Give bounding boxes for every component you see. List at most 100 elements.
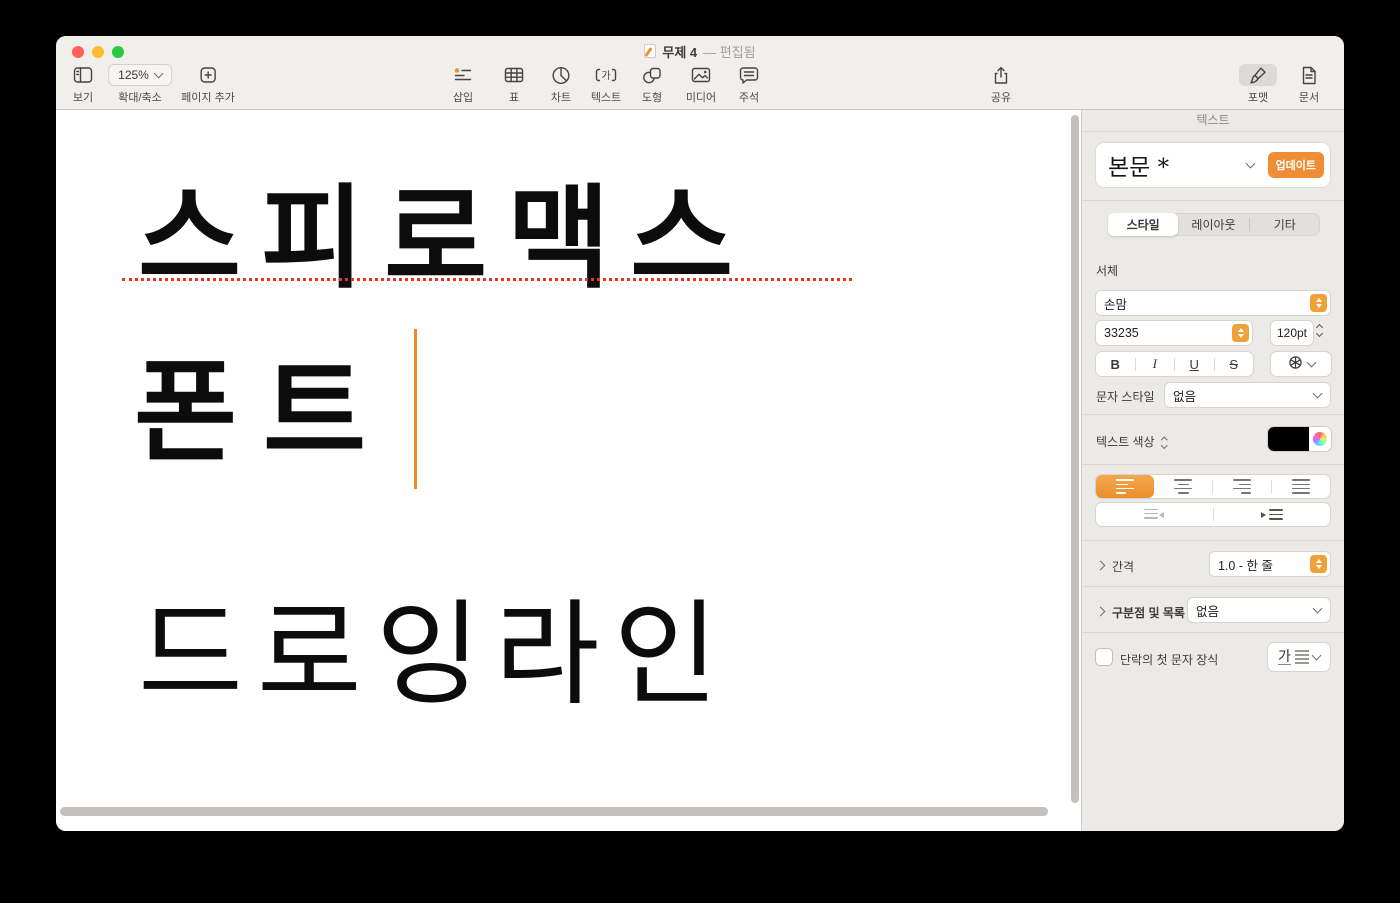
tab-style[interactable]: 스타일: [1108, 213, 1178, 236]
font-family-select[interactable]: 손맘: [1096, 291, 1330, 315]
chart-icon: [543, 64, 580, 86]
char-style-select[interactable]: 없음: [1165, 383, 1330, 407]
advanced-text-options-button[interactable]: [1271, 352, 1331, 376]
chevron-down-icon: [1311, 651, 1321, 661]
spacing-label: 간격: [1112, 558, 1134, 575]
stepper-icon[interactable]: [1232, 324, 1249, 342]
updown-icon: [1162, 438, 1167, 447]
align-center-icon: [1174, 479, 1192, 493]
chevron-down-icon: [1313, 604, 1323, 614]
paragraph-style-name: 본문 *: [1096, 148, 1247, 182]
document-line-2[interactable]: 폰트: [134, 322, 392, 484]
dropcap-glyph: 가: [1278, 649, 1291, 665]
chart-button[interactable]: 텍스트 차트: [543, 64, 580, 105]
outdent-button[interactable]: [1096, 503, 1213, 526]
document-line-3[interactable]: 드로잉라인: [138, 562, 732, 727]
dropcap-lines-icon: [1295, 650, 1309, 664]
stepper-icon[interactable]: [1310, 555, 1327, 573]
comment-icon: [730, 64, 768, 86]
table-icon: [495, 64, 533, 86]
add-page-icon: [190, 64, 226, 86]
font-size-field[interactable]: 120pt: [1271, 321, 1313, 345]
pages-window: 무제 4 — 편집됨 보기 125% 확대/축소 페이지 추가: [56, 36, 1344, 831]
divider: [1082, 200, 1344, 201]
window-title: 무제 4: [662, 42, 697, 61]
indent-buttons: [1096, 503, 1330, 526]
media-icon: [682, 64, 720, 86]
divider: [1082, 632, 1344, 633]
document-canvas[interactable]: 스피로맥스 폰트 드로잉라인: [56, 110, 1082, 831]
media-button[interactable]: 미디어: [682, 64, 720, 105]
comment-button[interactable]: 주석: [730, 64, 768, 105]
stepper-icon[interactable]: [1310, 294, 1327, 312]
align-justify-icon: [1292, 479, 1310, 493]
tab-more[interactable]: 기타: [1250, 213, 1320, 236]
zoom-control[interactable]: 125% 확대/축소: [108, 64, 172, 105]
document-line-1[interactable]: 스피로맥스: [138, 148, 753, 310]
spacing-select[interactable]: 1.0 - 한 줄: [1210, 552, 1330, 576]
divider: [1082, 414, 1344, 415]
alignment-buttons: [1096, 475, 1330, 498]
minimize-button[interactable]: [92, 46, 104, 58]
traffic-lights: [72, 46, 124, 58]
color-wheel-icon: [1313, 432, 1327, 446]
font-variant-select[interactable]: 33235: [1096, 321, 1252, 345]
text-box-button[interactable]: 가 텍스트: [586, 64, 626, 105]
color-wheel-button[interactable]: [1309, 427, 1331, 451]
chevron-down-icon[interactable]: [1245, 159, 1255, 169]
font-section-label: 서체: [1096, 262, 1118, 279]
underline-button[interactable]: U: [1175, 357, 1214, 372]
tab-layout[interactable]: 레이아웃: [1178, 213, 1248, 236]
text-color-label: 텍스트 색상: [1096, 433, 1166, 450]
gear-icon: [1288, 355, 1303, 373]
indent-button[interactable]: [1214, 503, 1331, 526]
dropcap-checkbox[interactable]: [1096, 649, 1112, 665]
close-button[interactable]: [72, 46, 84, 58]
align-center-button[interactable]: [1154, 475, 1212, 498]
align-justify-button[interactable]: [1272, 475, 1330, 498]
view-button[interactable]: 보기: [64, 64, 102, 105]
text-insertion-caret: [414, 329, 417, 489]
document-icon: [1292, 64, 1327, 86]
toolbar: 무제 4 — 편집됨 보기 125% 확대/축소 페이지 추가: [56, 36, 1344, 110]
horizontal-scrollbar[interactable]: [60, 807, 1048, 816]
bold-button[interactable]: B: [1096, 357, 1135, 372]
dropcap-style-button[interactable]: 가: [1268, 643, 1330, 671]
paragraph-style-card[interactable]: 본문 * 업데이트: [1096, 143, 1330, 187]
bullets-select[interactable]: 없음: [1188, 598, 1330, 622]
table-button[interactable]: 표: [495, 64, 533, 105]
align-left-button[interactable]: [1096, 475, 1154, 498]
current-color-swatch[interactable]: [1268, 427, 1309, 451]
shape-button[interactable]: 도형: [633, 64, 671, 105]
textbox-icon: 가: [586, 64, 626, 86]
italic-button[interactable]: I: [1136, 356, 1175, 372]
titlebar: 무제 4 — 편집됨: [56, 36, 1344, 60]
zoom-value: 125%: [118, 68, 149, 82]
chevron-down-icon: [153, 69, 163, 79]
bullets-disclosure-icon[interactable]: [1096, 607, 1106, 617]
format-button[interactable]: 포맷: [1239, 64, 1277, 105]
sidebar-panel-icon: [64, 64, 102, 86]
spacing-disclosure-icon[interactable]: [1096, 561, 1106, 571]
document-button[interactable]: 문서: [1292, 64, 1327, 105]
indent-icon: [1269, 509, 1283, 519]
vertical-scrollbar[interactable]: [1071, 115, 1079, 803]
update-style-button[interactable]: 업데이트: [1268, 152, 1324, 178]
text-color-well[interactable]: [1268, 427, 1331, 451]
sidebar-tabs: 스타일 레이아웃 기타: [1108, 213, 1320, 236]
format-brush-icon: [1239, 64, 1277, 86]
window-edited-status: — 편집됨: [703, 42, 756, 61]
divider: [1082, 540, 1344, 541]
fullscreen-button[interactable]: [112, 46, 124, 58]
share-icon: [983, 64, 1019, 86]
align-right-button[interactable]: [1213, 475, 1271, 498]
bullets-label: 구분점 및 목록: [1112, 604, 1185, 621]
char-style-label: 문자 스타일: [1096, 388, 1155, 405]
font-size-stepper[interactable]: [1317, 325, 1322, 336]
share-button[interactable]: 공유: [983, 64, 1019, 105]
add-page-button[interactable]: 페이지 추가: [181, 64, 235, 105]
strikethrough-button[interactable]: S: [1215, 357, 1254, 372]
align-right-icon: [1233, 479, 1251, 493]
insert-button[interactable]: 삽입: [444, 64, 482, 105]
font-style-buttons: B I U S: [1096, 352, 1253, 376]
